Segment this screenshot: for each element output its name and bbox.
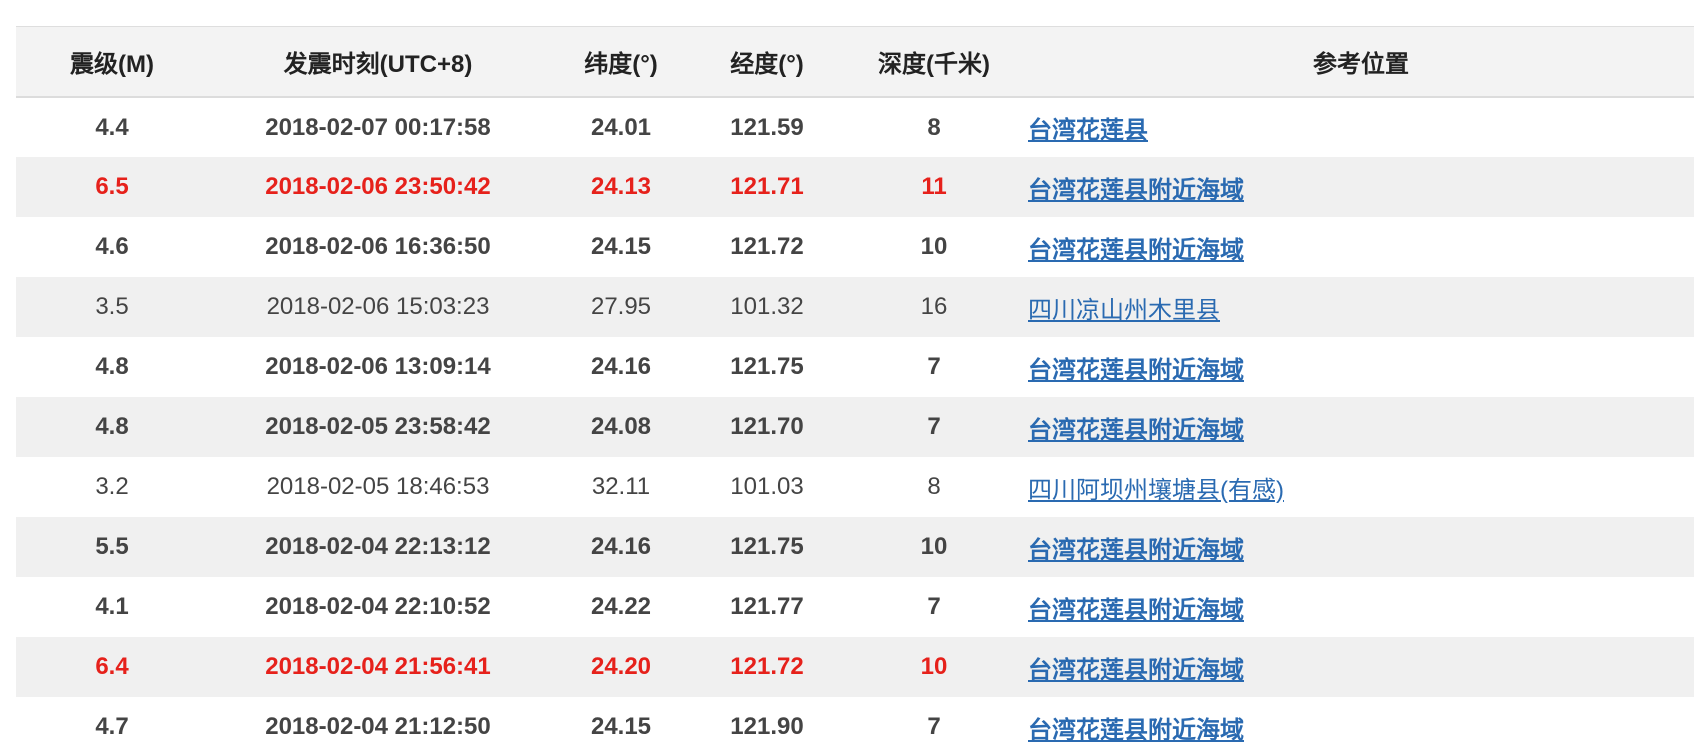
cell-location: 台湾花莲县附近海域	[1028, 697, 1694, 756]
cell-depth: 7	[927, 593, 941, 620]
cell-longitude: 121.75	[730, 533, 804, 560]
cell-time: 2018-02-05 23:58:42	[265, 413, 491, 440]
cell-depth: 16	[920, 293, 948, 320]
cell-longitude: 121.72	[730, 233, 804, 260]
table-body: 4.4 2018-02-07 00:17:58 24.01 121.59 8 台…	[16, 97, 1694, 756]
location-link[interactable]: 四川凉山州木里县	[1028, 297, 1220, 324]
cell-magnitude: 4.1	[95, 593, 129, 620]
header-time: 发震时刻(UTC+8)	[283, 51, 473, 78]
location-link[interactable]: 台湾花莲县	[1028, 117, 1148, 144]
cell-depth: 10	[920, 233, 948, 260]
cell-time: 2018-02-04 21:12:50	[265, 713, 491, 740]
cell-time: 2018-02-04 22:10:52	[265, 593, 491, 620]
header-longitude: 经度(°)	[730, 51, 804, 78]
cell-location: 台湾花莲县附近海域	[1028, 337, 1694, 397]
cell-time: 2018-02-06 13:09:14	[265, 353, 491, 380]
cell-magnitude: 6.5	[95, 173, 129, 200]
cell-magnitude: 4.7	[95, 713, 129, 740]
cell-longitude: 121.70	[730, 413, 804, 440]
cell-location: 台湾花莲县	[1028, 97, 1694, 157]
cell-magnitude: 4.4	[95, 113, 129, 141]
cell-latitude: 24.01	[590, 113, 652, 141]
cell-longitude: 121.72	[730, 653, 804, 680]
cell-location: 台湾花莲县附近海域	[1028, 517, 1694, 577]
cell-time: 2018-02-06 23:50:42	[265, 173, 491, 200]
location-link[interactable]: 台湾花莲县附近海域	[1028, 357, 1244, 384]
cell-latitude: 24.13	[590, 173, 652, 200]
cell-magnitude: 3.2	[95, 473, 129, 500]
table-row: 4.4 2018-02-07 00:17:58 24.01 121.59 8 台…	[16, 97, 1694, 157]
cell-latitude: 27.95	[590, 293, 652, 320]
cell-latitude: 24.16	[590, 353, 652, 380]
header-depth: 深度(千米)	[878, 51, 990, 78]
table-row: 4.6 2018-02-06 16:36:50 24.15 121.72 10 …	[16, 217, 1694, 277]
cell-depth: 7	[927, 713, 941, 740]
header-latitude: 纬度(°)	[584, 51, 658, 78]
table-row: 3.5 2018-02-06 15:03:23 27.95 101.32 16 …	[16, 277, 1694, 337]
table-row: 3.2 2018-02-05 18:46:53 32.11 101.03 8 四…	[16, 457, 1694, 517]
cell-magnitude: 4.6	[95, 233, 129, 260]
location-link[interactable]: 台湾花莲县附近海域	[1028, 177, 1244, 204]
location-link[interactable]: 四川阿坝州壤塘县(有感)	[1028, 477, 1284, 504]
table-header-row: 震级(M) 发震时刻(UTC+8) 纬度(°) 经度(°) 深度(千米) 参考位…	[16, 27, 1694, 97]
cell-location: 台湾花莲县附近海域	[1028, 217, 1694, 277]
cell-time: 2018-02-07 00:17:58	[265, 113, 491, 141]
location-link[interactable]: 台湾花莲县附近海域	[1028, 657, 1244, 684]
cell-latitude: 24.22	[590, 593, 652, 620]
cell-depth: 7	[927, 413, 941, 440]
cell-magnitude: 3.5	[95, 293, 129, 320]
table-row: 4.7 2018-02-04 21:12:50 24.15 121.90 7 台…	[16, 697, 1694, 756]
cell-time: 2018-02-06 16:36:50	[265, 233, 491, 260]
cell-longitude: 121.71	[730, 173, 804, 200]
table-row: 6.4 2018-02-04 21:56:41 24.20 121.72 10 …	[16, 637, 1694, 697]
cell-depth: 8	[927, 113, 941, 141]
cell-location: 台湾花莲县附近海域	[1028, 397, 1694, 457]
table-row: 6.5 2018-02-06 23:50:42 24.13 121.71 11 …	[16, 157, 1694, 217]
table-row: 5.5 2018-02-04 22:13:12 24.16 121.75 10 …	[16, 517, 1694, 577]
cell-location: 台湾花莲县附近海域	[1028, 577, 1694, 637]
cell-depth: 7	[927, 353, 941, 380]
cell-location: 四川阿坝州壤塘县(有感)	[1028, 457, 1694, 517]
location-link[interactable]: 台湾花莲县附近海域	[1028, 717, 1244, 744]
cell-time: 2018-02-04 22:13:12	[265, 533, 491, 560]
cell-location: 四川凉山州木里县	[1028, 277, 1694, 337]
location-link[interactable]: 台湾花莲县附近海域	[1028, 597, 1244, 624]
table-row: 4.8 2018-02-05 23:58:42 24.08 121.70 7 台…	[16, 397, 1694, 457]
cell-latitude: 32.11	[591, 473, 651, 500]
cell-longitude: 101.03	[730, 473, 804, 500]
location-link[interactable]: 台湾花莲县附近海域	[1028, 237, 1244, 264]
location-link[interactable]: 台湾花莲县附近海域	[1028, 417, 1244, 444]
cell-depth: 11	[921, 173, 947, 200]
cell-magnitude: 6.4	[95, 653, 129, 680]
table-row: 4.8 2018-02-06 13:09:14 24.16 121.75 7 台…	[16, 337, 1694, 397]
cell-longitude: 121.59	[730, 113, 804, 141]
cell-magnitude: 5.5	[95, 533, 129, 560]
cell-longitude: 101.32	[730, 293, 804, 320]
cell-time: 2018-02-04 21:56:41	[265, 653, 491, 680]
table-top-spacer	[16, 0, 1694, 27]
cell-latitude: 24.15	[590, 233, 652, 260]
header-location: 参考位置	[1313, 51, 1409, 78]
earthquake-table: 震级(M) 发震时刻(UTC+8) 纬度(°) 经度(°) 深度(千米) 参考位…	[16, 27, 1694, 756]
cell-location: 台湾花莲县附近海域	[1028, 637, 1694, 697]
header-magnitude: 震级(M)	[70, 51, 154, 78]
cell-latitude: 24.08	[590, 413, 652, 440]
cell-time: 2018-02-05 18:46:53	[266, 473, 490, 500]
location-link[interactable]: 台湾花莲县附近海域	[1028, 537, 1244, 564]
cell-depth: 8	[927, 473, 941, 500]
cell-latitude: 24.16	[590, 533, 652, 560]
cell-time: 2018-02-06 15:03:23	[266, 293, 490, 320]
cell-depth: 10	[920, 533, 948, 560]
cell-longitude: 121.90	[730, 713, 804, 740]
cell-depth: 10	[920, 653, 948, 680]
cell-longitude: 121.77	[730, 593, 804, 620]
cell-longitude: 121.75	[730, 353, 804, 380]
cell-magnitude: 4.8	[95, 413, 129, 440]
earthquake-table-container: 震级(M) 发震时刻(UTC+8) 纬度(°) 经度(°) 深度(千米) 参考位…	[16, 0, 1694, 756]
cell-latitude: 24.20	[590, 653, 652, 680]
cell-location: 台湾花莲县附近海域	[1028, 157, 1694, 217]
cell-magnitude: 4.8	[95, 353, 129, 380]
table-row: 4.1 2018-02-04 22:10:52 24.22 121.77 7 台…	[16, 577, 1694, 637]
cell-latitude: 24.15	[590, 713, 652, 740]
